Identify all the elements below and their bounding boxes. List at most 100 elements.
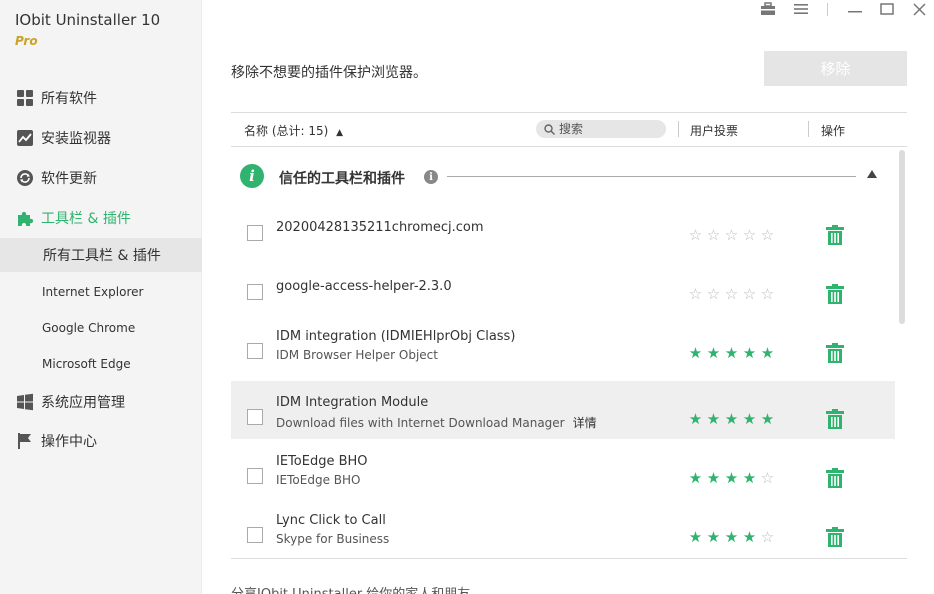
subitem-internet-explorer[interactable]: Internet Explorer — [0, 275, 202, 309]
trash-icon[interactable] — [826, 225, 846, 247]
user-rating: ★ ★ ★ ★ ★ — [688, 412, 775, 427]
star-filled-icon: ★ — [688, 528, 703, 546]
subitem-microsoft-edge[interactable]: Microsoft Edge — [0, 347, 202, 381]
user-rating: ☆ ☆ ☆ ☆ ☆ — [688, 228, 775, 243]
sidebar-item-label: 所有软件 — [41, 91, 97, 107]
puzzle-icon — [15, 208, 35, 228]
item-description-text: IEToEdge BHO — [276, 473, 361, 487]
sidebar-item-toolbars-plugins[interactable]: 工具栏 & 插件 — [0, 201, 202, 235]
sidebar-item-label: 工具栏 & 插件 — [41, 211, 131, 227]
trash-icon[interactable] — [826, 409, 846, 431]
search-input[interactable] — [559, 122, 659, 136]
star-filled-icon: ★ — [724, 344, 739, 362]
details-link[interactable]: 详情 — [573, 416, 597, 430]
item-name: IDM integration (IDMIEHlprObj Class) — [276, 329, 516, 344]
star-filled-icon: ★ — [724, 469, 739, 487]
row-checkbox[interactable] — [247, 225, 263, 241]
trash-icon[interactable] — [826, 468, 846, 490]
window-controls-divider — [827, 3, 828, 16]
subitem-google-chrome[interactable]: Google Chrome — [0, 311, 202, 345]
star-empty-icon: ☆ — [760, 469, 775, 487]
star-filled-icon: ★ — [706, 344, 721, 362]
item-description: IEToEdge BHO — [276, 473, 360, 487]
row-checkbox[interactable] — [247, 284, 263, 300]
subitem-all-toolbars[interactable]: 所有工具栏 & 插件 — [0, 238, 202, 272]
table-row[interactable]: IEToEdge BHO IEToEdge BHO ★ ★ ★ ★ ☆ — [231, 442, 895, 500]
sidebar-item-all-software[interactable]: 所有软件 — [0, 81, 202, 115]
toolbox-icon[interactable] — [757, 0, 779, 18]
grid-icon — [15, 88, 35, 108]
user-rating: ★ ★ ★ ★ ★ — [688, 346, 775, 361]
star-empty-icon: ☆ — [724, 285, 739, 303]
star-filled-icon: ★ — [742, 469, 757, 487]
star-empty-icon: ☆ — [706, 226, 721, 244]
star-filled-icon: ★ — [706, 410, 721, 428]
row-checkbox[interactable] — [247, 468, 263, 484]
row-checkbox[interactable] — [247, 343, 263, 359]
info-icon[interactable]: i — [424, 170, 438, 184]
share-text[interactable]: 分享IObit Uninstaller 给你的家人和朋友 — [231, 583, 470, 594]
section-header: i 信任的工具栏和插件 i — [231, 160, 895, 194]
star-filled-icon: ★ — [742, 344, 757, 362]
column-header-votes[interactable]: 用户投票 — [690, 122, 738, 139]
star-empty-icon: ☆ — [706, 285, 721, 303]
column-header-action: 操作 — [821, 124, 846, 138]
sidebar-item-action-center[interactable]: 操作中心 — [0, 424, 202, 458]
table-row[interactable]: 20200428135211chromecj.com ☆ ☆ ☆ ☆ ☆ — [231, 199, 895, 257]
sidebar-item-install-monitor[interactable]: 安装监视器 — [0, 121, 202, 155]
star-filled-icon: ★ — [724, 528, 739, 546]
item-name: IEToEdge BHO — [276, 454, 368, 469]
section-title: 信任的工具栏和插件 — [279, 171, 405, 187]
collapse-icon[interactable] — [867, 170, 877, 178]
star-filled-icon: ★ — [706, 528, 721, 546]
sort-ascending-icon: ▲ — [336, 128, 344, 138]
table-row[interactable]: google-access-helper-2.3.0 ☆ ☆ ☆ ☆ ☆ — [231, 258, 895, 316]
item-description-text: Download files with Internet Download Ma… — [276, 416, 565, 430]
sidebar-item-label: 软件更新 — [41, 171, 97, 187]
item-name: IDM Integration Module — [276, 395, 429, 410]
item-description: Skype for Business — [276, 532, 389, 546]
user-rating: ☆ ☆ ☆ ☆ ☆ — [688, 287, 775, 302]
section-divider — [447, 176, 856, 177]
close-icon[interactable] — [908, 0, 930, 18]
sidebar: IObit Uninstaller 10 Pro 所有软件 安装监视器 软件更新… — [0, 0, 202, 594]
info-green-icon: i — [240, 164, 264, 188]
row-checkbox[interactable] — [247, 527, 263, 543]
star-filled-icon: ★ — [742, 528, 757, 546]
item-description-text: IDM Browser Helper Object — [276, 348, 438, 362]
user-rating: ★ ★ ★ ★ ☆ — [688, 530, 775, 545]
sidebar-item-label: 安装监视器 — [41, 131, 111, 147]
star-filled-icon: ★ — [724, 410, 739, 428]
star-empty-icon: ☆ — [760, 528, 775, 546]
minimize-icon[interactable] — [844, 0, 866, 18]
sidebar-item-software-update[interactable]: 软件更新 — [0, 161, 202, 195]
star-empty-icon: ☆ — [724, 226, 739, 244]
table-row[interactable]: IDM integration (IDMIEHlprObj Class) IDM … — [231, 317, 895, 375]
sidebar-item-system-apps[interactable]: 系统应用管理 — [0, 385, 202, 419]
sidebar-item-label: 系统应用管理 — [41, 395, 125, 411]
maximize-icon[interactable] — [876, 0, 898, 18]
scrollbar-thumb[interactable] — [899, 150, 905, 324]
row-checkbox[interactable] — [247, 409, 263, 425]
trash-icon[interactable] — [826, 343, 846, 365]
star-empty-icon: ☆ — [688, 285, 703, 303]
star-filled-icon: ★ — [706, 469, 721, 487]
item-description: Download files with Internet Download Ma… — [276, 414, 597, 431]
page-headline: 移除不想要的插件保护浏览器。 — [231, 65, 427, 81]
trash-icon[interactable] — [826, 527, 846, 549]
sidebar-item-label: 操作中心 — [41, 434, 97, 450]
item-name: 20200428135211chromecj.com — [276, 220, 484, 235]
star-filled-icon: ★ — [688, 410, 703, 428]
table-row[interactable]: Lync Click to Call Skype for Business ★ ★ ★ ★… — [231, 501, 895, 559]
column-header-name[interactable]: 名称 (总计: 15) ▲ — [244, 122, 343, 139]
remove-button[interactable]: 移除 — [764, 51, 907, 86]
column-separator — [808, 121, 809, 137]
item-name: Lync Click to Call — [276, 513, 386, 528]
table-row[interactable]: IDM Integration Module Download files wit… — [231, 381, 895, 439]
star-empty-icon: ☆ — [742, 285, 757, 303]
menu-icon[interactable] — [790, 0, 812, 18]
item-name: google-access-helper-2.3.0 — [276, 279, 452, 294]
search-box[interactable] — [536, 120, 666, 138]
trash-icon[interactable] — [826, 284, 846, 306]
app-edition: Pro — [15, 34, 38, 48]
